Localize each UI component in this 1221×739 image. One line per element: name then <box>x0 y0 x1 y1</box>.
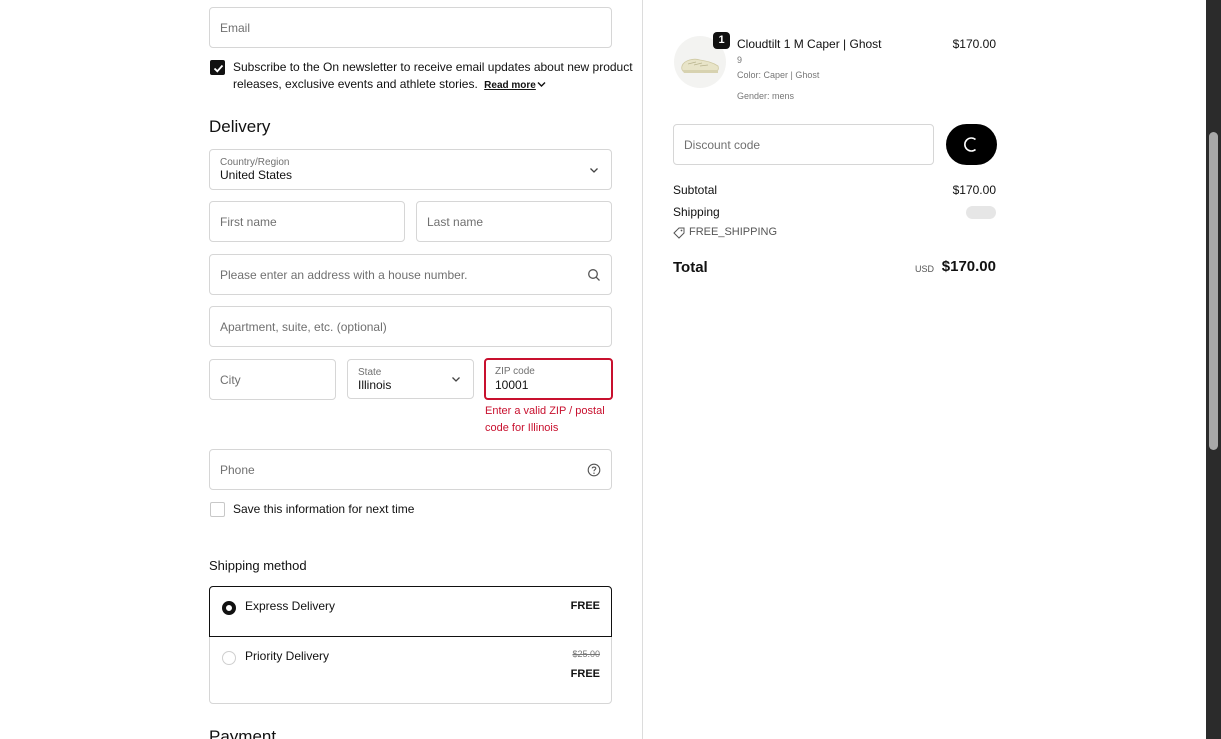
phone-field[interactable]: Phone <box>209 449 612 490</box>
express-price: FREE <box>570 600 600 612</box>
total-currency: USD <box>915 264 935 274</box>
state-value: Illinois <box>358 378 392 392</box>
chevron-down-icon <box>537 82 546 87</box>
zip-error-message: Enter a valid ZIP / postal code for Illi… <box>485 403 605 437</box>
order-summary: 1 Cloudtilt 1 M Caper | Ghost 9 Color: C… <box>643 0 1206 739</box>
tag-icon <box>673 227 685 239</box>
city-placeholder: City <box>220 372 241 387</box>
total-value: $170.00 <box>941 258 996 275</box>
search-icon <box>588 268 600 281</box>
country-value: United States <box>220 168 293 182</box>
newsletter-checkbox[interactable] <box>210 60 225 75</box>
address-placeholder: Please enter an address with a house num… <box>220 267 468 282</box>
newsletter-text: Subscribe to the On newsletter to receiv… <box>233 59 633 94</box>
express-radio[interactable] <box>222 601 236 615</box>
save-info-checkbox[interactable] <box>210 502 225 517</box>
state-label: State <box>358 367 382 378</box>
discount-placeholder: Discount code <box>684 137 761 152</box>
promo-code: FREE_SHIPPING <box>689 226 778 238</box>
state-select[interactable]: State Illinois <box>347 359 474 399</box>
country-label: Country/Region <box>220 157 290 168</box>
shipping-option-priority[interactable]: Priority Delivery $25.00 FREE <box>210 637 611 703</box>
express-label: Express Delivery <box>245 599 336 613</box>
checkmark-icon <box>213 64 224 73</box>
newsletter-line-2: releases, exclusive events and athlete s… <box>233 77 478 91</box>
product-gender: Gender: mens <box>737 91 795 101</box>
read-more-link[interactable]: Read more <box>484 80 536 91</box>
priority-radio[interactable] <box>222 651 236 665</box>
scrollbar[interactable] <box>1206 0 1221 739</box>
chevron-down-icon <box>452 377 460 382</box>
product-name: Cloudtilt 1 M Caper | Ghost <box>737 37 882 51</box>
email-placeholder: Email <box>220 20 251 35</box>
apply-discount-button[interactable] <box>946 124 997 165</box>
quantity-badge: 1 <box>713 32 730 49</box>
phone-placeholder: Phone <box>220 462 255 477</box>
apartment-field[interactable]: Apartment, suite, etc. (optional) <box>209 306 612 347</box>
zip-error-line-1: Enter a valid ZIP / postal <box>485 405 605 417</box>
help-icon[interactable] <box>587 463 601 477</box>
chevron-down-icon <box>590 167 598 173</box>
shipping-loading-placeholder <box>966 206 996 219</box>
shipping-options: Express Delivery FREE Priority Delivery … <box>209 586 612 704</box>
apartment-placeholder: Apartment, suite, etc. (optional) <box>220 319 387 334</box>
first-name-field[interactable]: First name <box>209 201 405 242</box>
country-select[interactable]: Country/Region United States <box>209 149 612 190</box>
last-name-field[interactable]: Last name <box>416 201 612 242</box>
email-field[interactable]: Email <box>209 7 612 48</box>
zip-label: ZIP code <box>495 366 535 377</box>
subtotal-value: $170.00 <box>952 183 996 197</box>
priority-price: FREE <box>570 668 600 680</box>
priority-original-price: $25.00 <box>572 649 600 659</box>
last-name-placeholder: Last name <box>427 214 484 229</box>
product-size: 9 <box>737 55 743 65</box>
product-color: Color: Caper | Ghost <box>737 70 820 80</box>
payment-heading: Payment <box>209 727 277 739</box>
zip-field[interactable]: ZIP code 10001 <box>484 358 613 400</box>
shipping-label: Shipping <box>673 205 720 219</box>
newsletter-line-1: Subscribe to the On newsletter to receiv… <box>233 60 633 74</box>
shipping-method-heading: Shipping method <box>209 558 307 573</box>
scrollbar-thumb[interactable] <box>1209 132 1218 450</box>
zip-value: 10001 <box>495 378 529 392</box>
city-field[interactable]: City <box>209 359 336 400</box>
delivery-heading: Delivery <box>209 117 271 136</box>
priority-label: Priority Delivery <box>245 649 330 663</box>
address-field[interactable]: Please enter an address with a house num… <box>209 254 612 295</box>
subtotal-label: Subtotal <box>673 183 718 197</box>
first-name-placeholder: First name <box>220 214 277 229</box>
discount-code-field[interactable]: Discount code <box>673 124 934 165</box>
save-info-label: Save this information for next time <box>233 502 415 516</box>
total-label: Total <box>673 259 708 276</box>
product-price: $170.00 <box>952 37 996 51</box>
checkout-form-column: Email Subscribe to the On newsletter to … <box>0 0 642 739</box>
zip-error-line-2: code for Illinois <box>485 422 559 434</box>
shipping-option-express[interactable]: Express Delivery FREE <box>209 586 612 637</box>
loading-spinner-icon <box>964 137 977 152</box>
